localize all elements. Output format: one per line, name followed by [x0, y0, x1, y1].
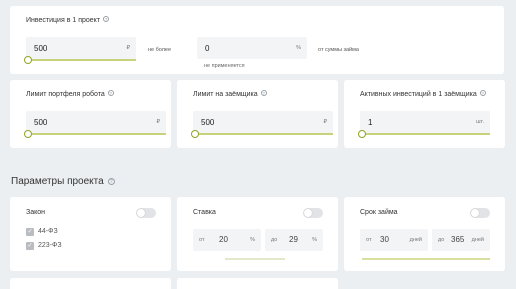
term-to-field[interactable]: до 365 дней — [432, 229, 490, 251]
next-card-left — [10, 278, 171, 289]
term-card: Срок займа от 30 дней до 365 дней — [344, 197, 505, 271]
investment-amount-slider-handle[interactable] — [24, 56, 32, 64]
active-investments-slider-track[interactable] — [362, 133, 490, 135]
info-icon[interactable]: ? — [479, 90, 486, 96]
law-option-44: 44-ФЗ — [38, 228, 58, 235]
info-icon[interactable]: ? — [107, 178, 115, 185]
rate-to-field[interactable]: до 29 % — [265, 229, 323, 251]
active-investments-card: Активных инвестиций в 1 заёмщика? 1 шт. — [344, 80, 505, 148]
rate-toggle[interactable] — [303, 208, 323, 218]
rate-from-field[interactable]: от 20 % — [193, 229, 261, 251]
portfolio-limit-card: Лимит портфеля робота? 500 ₽ — [10, 80, 171, 148]
not-applied-label: не применяется — [204, 63, 245, 69]
info-icon[interactable]: ? — [260, 90, 267, 96]
law-checkbox-44[interactable]: ✓ — [26, 228, 34, 236]
active-investments-label: Активных инвестиций в 1 заёмщика? — [360, 90, 486, 98]
law-checkbox-223[interactable]: ✓ — [26, 242, 34, 250]
info-icon[interactable]: ? — [103, 16, 110, 22]
term-label: Срок займа — [360, 209, 398, 216]
borrower-limit-field[interactable]: 500 ₽ — [193, 111, 333, 133]
borrower-limit-slider-handle[interactable] — [191, 130, 199, 138]
info-icon[interactable]: ? — [107, 90, 114, 96]
law-option-223: 223-ФЗ — [38, 242, 62, 249]
borrower-limit-slider-track[interactable] — [195, 133, 333, 135]
investment-percent-field[interactable]: 0 % — [197, 37, 307, 59]
investment-amount-slider-track[interactable] — [28, 59, 136, 61]
term-from-field[interactable]: от 30 дней — [360, 229, 428, 251]
investment-amount-field[interactable]: 500 ₽ — [26, 37, 136, 59]
portfolio-limit-field[interactable]: 500 ₽ — [26, 111, 166, 133]
investment-title: Инвестиция в 1 проект? — [26, 16, 110, 24]
investment-card: Инвестиция в 1 проект? 500 ₽ не более 0 … — [10, 6, 504, 74]
borrower-limit-card: Лимит на заёмщика? 500 ₽ — [177, 80, 338, 148]
project-params-title: Параметры проекта? — [11, 176, 115, 187]
no-more-than-label: не более — [148, 47, 172, 53]
rate-range-track[interactable] — [225, 258, 285, 260]
law-toggle[interactable] — [136, 208, 156, 218]
rate-label: Ставка — [193, 209, 216, 216]
portfolio-limit-label: Лимит портфеля робота? — [26, 90, 114, 98]
rate-card: Ставка от 20 % до 29 % — [177, 197, 338, 271]
borrower-limit-label: Лимит на заёмщика? — [193, 90, 267, 98]
portfolio-limit-slider-track[interactable] — [28, 133, 166, 135]
law-card: Закон ✓ 44-ФЗ ✓ 223-ФЗ — [10, 197, 171, 271]
next-card-middle — [177, 278, 338, 289]
term-range-track[interactable] — [362, 258, 490, 260]
active-investments-field[interactable]: 1 шт. — [360, 111, 490, 133]
percent-suffix-label: от суммы займа — [318, 47, 359, 53]
active-investments-slider-handle[interactable] — [358, 130, 366, 138]
term-toggle[interactable] — [470, 208, 490, 218]
law-label: Закон — [26, 209, 46, 216]
portfolio-limit-slider-handle[interactable] — [24, 130, 32, 138]
